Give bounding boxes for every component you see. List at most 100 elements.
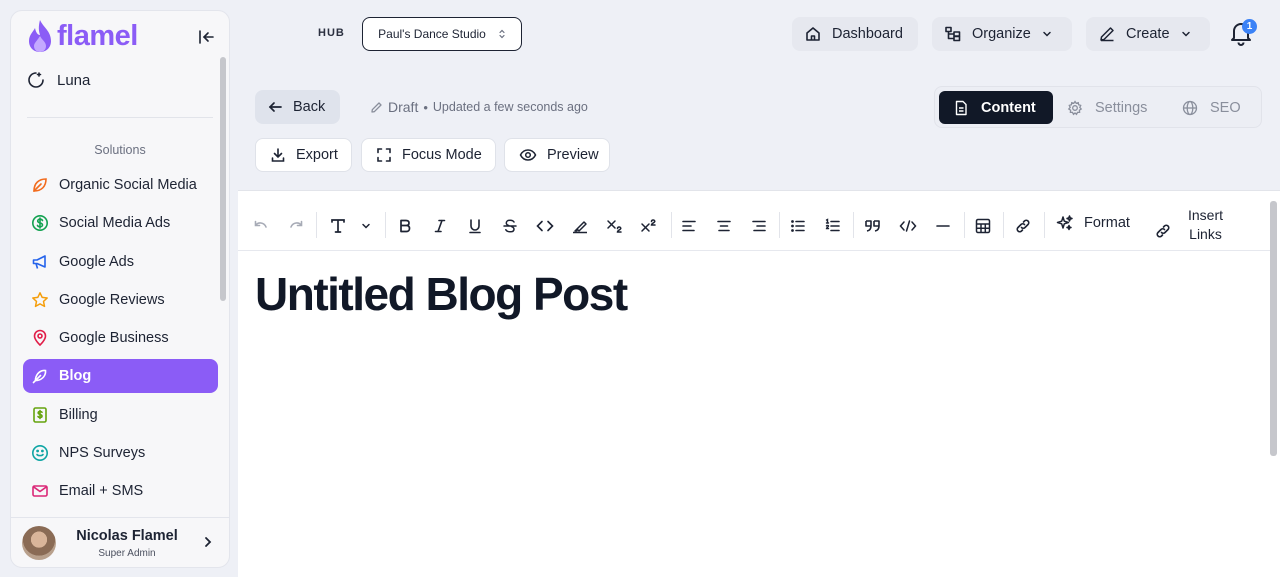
preview-button[interactable]: Preview [504, 138, 610, 172]
sidebar-item-blog[interactable]: Blog [23, 359, 218, 394]
sidebar: flamel Luna Solutions Organic Social Med… [10, 10, 230, 568]
create-label: Create [1126, 26, 1170, 42]
pencil-icon [371, 101, 382, 113]
sidebar-divider [27, 117, 213, 118]
logo-text: flamel [57, 19, 138, 52]
sidebar-item-google-reviews[interactable]: Google Reviews [23, 283, 218, 317]
sidebar-item-label: NPS Surveys [59, 445, 146, 462]
collapse-sidebar-button[interactable] [196, 27, 216, 47]
table-icon [975, 218, 991, 234]
fullscreen-icon [377, 148, 391, 162]
numbered-list-icon [825, 218, 840, 232]
sidebar-item-google-business[interactable]: Google Business [23, 321, 218, 355]
gear-icon [1067, 99, 1083, 115]
bullet-list-button[interactable] [787, 216, 809, 236]
underline-button[interactable] [464, 216, 486, 236]
avatar [22, 526, 56, 560]
tab-seo[interactable]: SEO [1182, 91, 1241, 124]
align-left-button[interactable] [678, 216, 700, 236]
insert-link-button[interactable] [1012, 216, 1034, 236]
blockquote-button[interactable] [862, 216, 884, 236]
sidebar-item-social-media-ads[interactable]: Social Media Ads [23, 206, 218, 240]
sidebar-item-email-sms[interactable]: Email + SMS [23, 474, 218, 508]
sidebar-scrollbar[interactable] [220, 57, 226, 301]
format-button[interactable]: Format [1056, 214, 1130, 232]
insert-links-button[interactable]: Insert Links [1154, 206, 1223, 244]
sparkles-icon [1056, 215, 1073, 231]
tab-settings[interactable]: Settings [1067, 91, 1147, 124]
text-type-button[interactable] [327, 216, 349, 236]
collapse-left-icon [199, 30, 214, 44]
align-center-button[interactable] [713, 216, 735, 236]
smile-icon [32, 445, 48, 462]
sidebar-item-billing[interactable]: Billing [23, 398, 218, 432]
insert-links-label: Insert Links [1188, 206, 1223, 244]
sidebar-item-label: Blog [59, 368, 92, 385]
hub-select[interactable]: Paul's Dance Studio [362, 17, 522, 51]
megaphone-icon [32, 254, 46, 269]
superscript-button[interactable] [638, 216, 660, 236]
draft-status: Draft • Updated a few seconds ago [370, 99, 588, 115]
italic-button[interactable] [429, 216, 451, 236]
editor-scrollbar[interactable] [1270, 201, 1277, 456]
align-right-icon [752, 220, 766, 232]
inline-code-button[interactable] [534, 216, 556, 236]
create-nav-button[interactable]: Create [1086, 17, 1210, 51]
hierarchy-icon [945, 26, 961, 42]
tab-settings-label: Settings [1095, 99, 1148, 116]
back-label: Back [293, 99, 326, 115]
editor-tabs: Content Settings SEO [934, 86, 1262, 128]
sidebar-item-organic-social-media[interactable]: Organic Social Media [23, 168, 218, 202]
sidebar-item-label: Google Reviews [59, 291, 165, 308]
quote-icon [865, 220, 880, 232]
export-label: Export [296, 147, 338, 163]
chevron-down-icon [1181, 31, 1190, 37]
back-button[interactable]: Back [255, 90, 340, 124]
organize-nav-button[interactable]: Organize [932, 17, 1072, 51]
italic-icon [434, 219, 446, 233]
solutions-heading: Solutions [94, 143, 146, 157]
undo-button[interactable] [250, 216, 272, 236]
user-profile[interactable]: Nicolas Flamel Super Admin [11, 517, 229, 567]
document-icon [955, 100, 967, 115]
sidebar-item-label: Billing [59, 406, 98, 423]
align-right-button[interactable] [748, 216, 770, 236]
bold-button[interactable] [394, 216, 416, 236]
text-type-dropdown[interactable] [355, 216, 377, 236]
insert-label-line1: Insert [1188, 207, 1224, 223]
sidebar-item-label: Social Media Ads [59, 215, 171, 232]
tab-content[interactable]: Content [939, 91, 1053, 124]
home-icon [806, 27, 820, 41]
redo-button[interactable] [285, 216, 307, 236]
hub-label: HUB [318, 27, 345, 39]
hub-select-value: Paul's Dance Studio [378, 27, 486, 41]
sidebar-item-luna[interactable]: Luna [27, 71, 90, 89]
code-block-button[interactable] [897, 216, 919, 236]
toolbar-divider [1044, 212, 1045, 238]
sidebar-item-google-ads[interactable]: Google Ads [23, 245, 218, 279]
toolbar-divider [779, 212, 780, 238]
focus-mode-button[interactable]: Focus Mode [361, 138, 496, 172]
code-block-icon [899, 220, 917, 232]
strikethrough-icon [503, 219, 517, 233]
code-icon [536, 220, 554, 232]
flamel-logo[interactable]: flamel [27, 19, 138, 53]
export-button[interactable]: Export [255, 138, 352, 172]
luna-label: Luna [57, 71, 91, 89]
insert-table-button[interactable] [972, 216, 994, 236]
dashboard-nav-button[interactable]: Dashboard [792, 17, 918, 51]
subscript-button[interactable] [604, 216, 626, 236]
horizontal-rule-icon [936, 225, 950, 227]
sidebar-item-nps-surveys[interactable]: NPS Surveys [23, 436, 218, 470]
toolbar-divider [671, 212, 672, 238]
post-title[interactable]: Untitled Blog Post [255, 267, 628, 321]
strikethrough-button[interactable] [499, 216, 521, 236]
highlight-button[interactable] [569, 216, 591, 236]
sidebar-item-label: Email + SMS [59, 483, 144, 500]
download-icon [271, 148, 285, 162]
chevron-down-icon [1043, 31, 1051, 37]
toolbar-divider [385, 212, 386, 238]
highlighter-icon [573, 221, 587, 234]
numbered-list-button[interactable] [822, 216, 844, 236]
horizontal-rule-button[interactable] [932, 216, 954, 236]
